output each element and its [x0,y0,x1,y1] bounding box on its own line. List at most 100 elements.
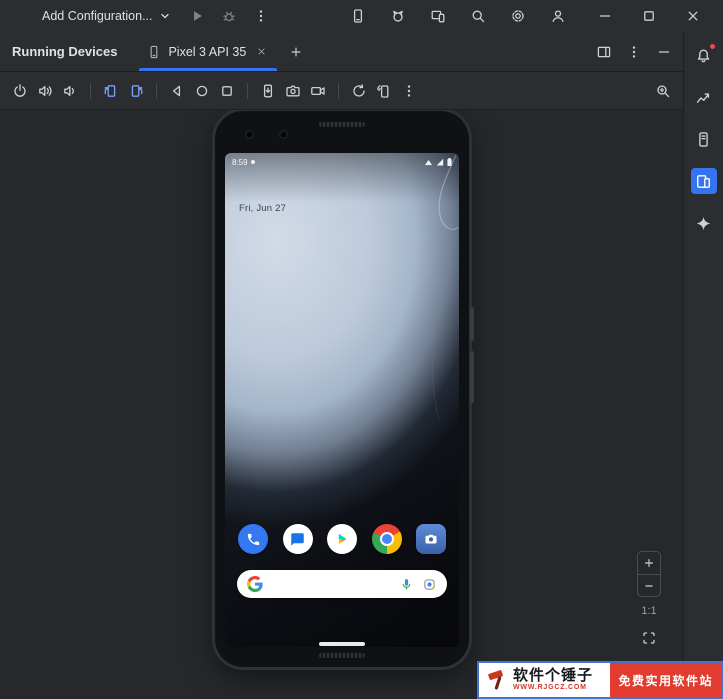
panel-options-button[interactable] [621,39,647,65]
hammer-logo-icon [488,670,503,690]
power-button[interactable] [8,79,32,103]
fit-screen-button[interactable] [636,625,662,651]
run-configuration-label: Add Configuration... [42,9,153,23]
camera-app-icon[interactable] [416,524,446,554]
video-camera-icon [311,86,325,95]
reset-button[interactable] [347,79,371,103]
rotate-left-button[interactable] [99,79,123,103]
profiler-tool-button[interactable] [691,84,717,110]
run-button[interactable] [184,3,210,29]
device-connection-button[interactable] [372,79,396,103]
maximize-button[interactable] [627,0,671,32]
plus-icon [291,46,301,57]
tab-close-button[interactable] [253,44,269,60]
back-button[interactable] [165,79,189,103]
home-circle-icon [196,85,208,96]
battery-icon [447,158,452,166]
overview-button[interactable] [215,79,239,103]
rotate-left-icon [104,84,116,97]
pixel-3-device-frame: 8:59 Fri, Jun 27 [215,111,474,667]
rotate-right-button[interactable] [124,79,148,103]
hardware-volume-button[interactable] [470,351,474,403]
phone-glyph-icon [247,533,259,545]
running-devices-panel: Running Devices Pixel 3 API 35 8:59 Fri,… [0,32,683,699]
gesture-home-pill[interactable] [319,642,365,646]
gear-icon [512,10,524,22]
chrome-core [381,534,392,544]
toolbar-divider [90,82,91,99]
titlebar-tool-icons [345,0,571,32]
watermark-tagline: 免费实用软件站 [610,663,721,697]
hardware-power-button[interactable] [470,307,474,341]
chart-trend-icon [696,92,710,103]
zoom-in-button[interactable] [638,552,660,574]
toolbar-divider [247,82,248,99]
screenshot-button[interactable] [281,79,305,103]
zoom-magnifier-icon [657,84,670,97]
fit-screen-icon [643,632,655,644]
screen-record-button[interactable] [306,79,330,103]
run-actions-group [184,3,274,29]
profile-button[interactable] [545,3,571,29]
device-mirror-button[interactable] [425,3,451,29]
watermark-banner[interactable]: 软件个锤子 WWW.RJGCZ.COM 免费实用软件站 [477,661,723,699]
play-store-app-icon[interactable] [327,524,357,554]
add-device-tab-button[interactable] [283,39,309,65]
window-layout-button[interactable] [591,39,617,65]
screenshot-zoom-button[interactable] [651,79,675,103]
chrome-app-icon[interactable] [371,524,402,554]
device-manager-icon [353,9,363,23]
emulator-screen[interactable]: 8:59 Fri, Jun 27 [225,153,459,647]
rotate-right-icon [131,84,143,97]
kebab-icon [632,45,636,58]
camera-icon [286,85,300,96]
play-icon [193,11,202,21]
messages-app-icon[interactable] [282,524,313,554]
device-toolbar [0,72,683,110]
chevron-down-icon [160,13,169,19]
front-camera-dot [245,130,254,139]
right-tool-stripe [683,32,723,699]
tab-pixel-3-api-35[interactable]: Pixel 3 API 35 [137,32,279,71]
zoom-scale-label[interactable]: 1:1 [641,605,656,617]
front-camera-dot [279,130,288,139]
gemini-tool-button[interactable] [691,210,717,236]
reset-arrow-icon [353,83,365,97]
zoom-out-button[interactable] [638,574,660,596]
lens-icon[interactable] [422,577,437,592]
volume-down-button[interactable] [58,79,82,103]
device-mirror-icon [431,10,445,23]
snapshot-button[interactable] [256,79,280,103]
minimize-button[interactable] [583,0,627,32]
signal-icon [436,158,444,166]
overview-square-icon [222,85,232,96]
device-explorer-tool-button[interactable] [691,126,717,152]
running-devices-tool-button[interactable] [690,168,717,194]
app-shell: Running Devices Pixel 3 API 35 8:59 Fri,… [0,32,723,699]
hide-panel-button[interactable] [651,39,677,65]
toolbar-more-button[interactable] [397,79,421,103]
logcat-button[interactable] [385,3,411,29]
volume-down-icon [64,85,74,96]
home-button[interactable] [190,79,214,103]
gemini-sparkle-icon [696,216,711,230]
google-search-bar[interactable] [237,570,447,598]
notifications-button[interactable] [691,42,717,68]
volume-up-button[interactable] [33,79,57,103]
settings-button[interactable] [505,3,531,29]
watermark-text: 软件个锤子 WWW.RJGCZ.COM [513,667,593,692]
mic-icon[interactable] [400,578,413,591]
play-triangle-icon [338,533,347,545]
app-dock [238,524,446,554]
device-manager-button[interactable] [345,3,371,29]
close-button[interactable] [671,0,715,32]
status-right [424,158,452,166]
debug-button[interactable] [216,3,242,29]
phone-app-icon[interactable] [238,524,268,554]
run-configuration-dropdown[interactable]: Add Configuration... [42,9,170,23]
power-icon [14,83,26,97]
bug-icon [222,11,235,22]
emulator-viewport: 8:59 Fri, Jun 27 1:1 [0,110,683,699]
search-everywhere-button[interactable] [465,3,491,29]
more-actions-button[interactable] [248,3,274,29]
